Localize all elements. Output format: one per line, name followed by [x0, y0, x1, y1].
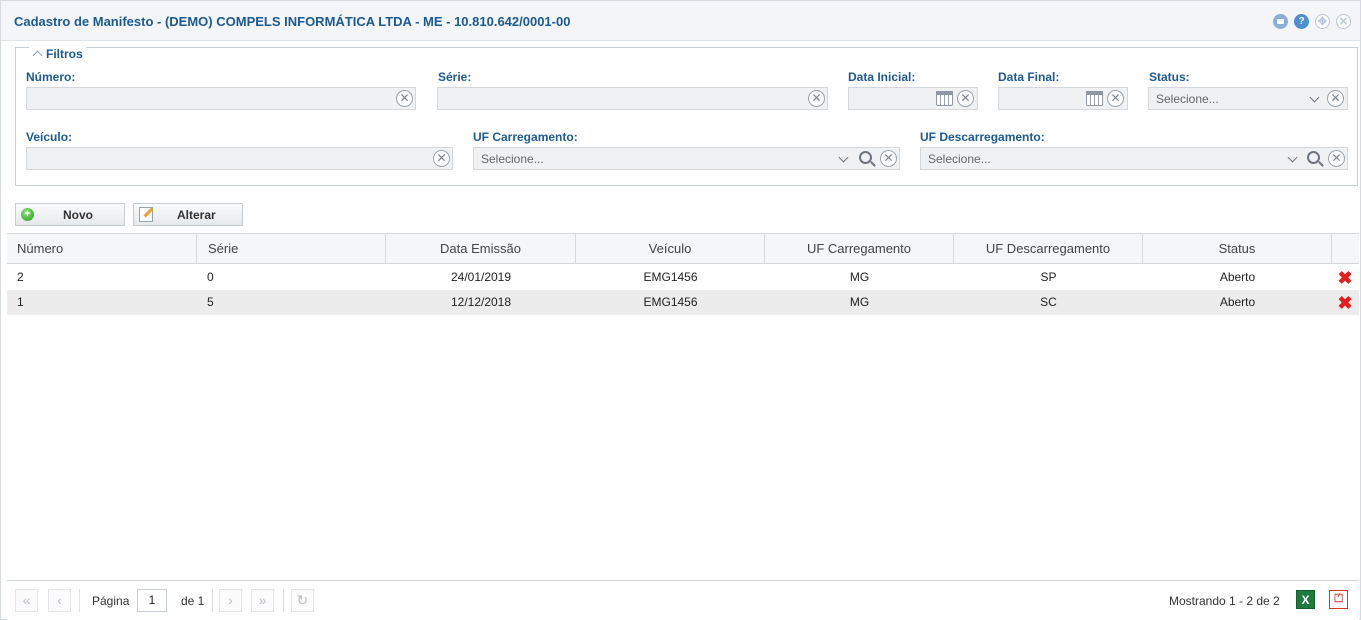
serie-label: Série:	[438, 70, 472, 84]
window-titlebar: Cadastro de Manifesto - (DEMO) COMPELS I…	[1, 1, 1360, 41]
header-status[interactable]: Status	[1143, 234, 1332, 264]
clear-icon[interactable]: ✕	[880, 150, 897, 167]
veiculo-input[interactable]: ✕	[26, 147, 453, 170]
pagination-bar: « ‹ Página 1 de 1 › » ↻ Mostrando 1 - 2 …	[7, 580, 1359, 620]
data-final-label: Data Final:	[998, 70, 1060, 84]
calendar-icon[interactable]	[1086, 91, 1103, 106]
numero-label: Número:	[26, 70, 76, 84]
close-icon[interactable]: ✕	[1336, 14, 1351, 29]
header-veiculo[interactable]: Veículo	[576, 234, 765, 264]
clear-icon[interactable]: ✕	[396, 90, 413, 107]
delete-icon[interactable]: ✖	[1337, 294, 1353, 312]
last-page-icon[interactable]: »	[251, 589, 274, 612]
cell-serie: 0	[207, 270, 214, 284]
help-icon[interactable]: ?	[1294, 14, 1309, 29]
numero-input[interactable]: ✕	[26, 87, 416, 110]
search-icon[interactable]	[1307, 151, 1320, 164]
cell-status: Aberto	[1219, 295, 1256, 309]
divider	[79, 589, 80, 612]
pdf-export-icon[interactable]: ⏍	[1329, 590, 1348, 609]
page-of-label: de 1	[181, 594, 205, 608]
minimize-icon[interactable]	[1273, 14, 1288, 29]
showing-count: Mostrando 1 - 2 de 2	[1169, 594, 1280, 608]
header-data-emissao[interactable]: Data Emissão	[386, 234, 576, 264]
alterar-label: Alterar	[177, 208, 216, 222]
window-title: Cadastro de Manifesto - (DEMO) COMPELS I…	[14, 14, 571, 29]
novo-label: Novo	[63, 208, 93, 222]
table-row[interactable]: 2 0 24/01/2019 EMG1456 MG SP Aberto ✖	[7, 265, 1359, 290]
cell-numero: 1	[17, 295, 24, 309]
cell-data-emissao: 24/01/2019	[450, 270, 512, 284]
clear-icon[interactable]: ✕	[1327, 90, 1344, 107]
clear-icon[interactable]: ✕	[957, 90, 974, 107]
cell-data-emissao: 12/12/2018	[450, 295, 512, 309]
prev-page-icon[interactable]: ‹	[48, 589, 71, 612]
cell-serie: 5	[207, 295, 214, 309]
cell-uf-descarregamento: SP	[1040, 270, 1057, 284]
first-page-icon[interactable]: «	[15, 589, 38, 612]
status-select[interactable]: Selecione... ✕	[1148, 87, 1348, 110]
calendar-icon[interactable]	[936, 91, 953, 106]
page-label: Página	[92, 594, 130, 608]
delete-icon[interactable]: ✖	[1337, 269, 1353, 287]
page-input[interactable]: 1	[137, 589, 167, 612]
cell-veiculo: EMG1456	[643, 295, 698, 309]
cell-veiculo: EMG1456	[643, 270, 698, 284]
plus-icon: +	[21, 208, 34, 221]
header-uf-descarregamento[interactable]: UF Descarregamento	[954, 234, 1143, 264]
chevron-down-icon[interactable]	[1309, 92, 1320, 103]
divider	[283, 589, 284, 612]
chevron-down-icon[interactable]	[838, 152, 849, 163]
data-inicial-input[interactable]: ✕	[848, 87, 978, 110]
data-final-input[interactable]: ✕	[998, 87, 1128, 110]
uf-carregamento-placeholder: Selecione...	[481, 152, 544, 166]
collapse-chevron-icon[interactable]	[32, 50, 43, 61]
clear-icon[interactable]: ✕	[1328, 150, 1345, 167]
edit-icon	[139, 207, 153, 222]
cell-uf-carregamento: MG	[849, 295, 870, 309]
uf-descarregamento-label: UF Descarregamento:	[920, 130, 1045, 144]
header-uf-carregamento[interactable]: UF Carregamento	[765, 234, 954, 264]
table-row[interactable]: 1 5 12/12/2018 EMG1456 MG SC Aberto ✖	[7, 290, 1359, 315]
cell-uf-descarregamento: SC	[1040, 295, 1057, 309]
cell-uf-carregamento: MG	[849, 270, 870, 284]
uf-descarregamento-select[interactable]: Selecione... ✕	[920, 147, 1348, 170]
header-numero[interactable]: Número	[7, 234, 197, 264]
serie-input[interactable]: ✕	[437, 87, 828, 110]
next-page-icon[interactable]: ›	[219, 589, 242, 612]
table-header: Número Série Data Emissão Veículo UF Car…	[7, 234, 1359, 264]
uf-carregamento-label: UF Carregamento:	[473, 130, 578, 144]
filters-legend[interactable]: Filtros	[29, 47, 86, 61]
excel-export-icon[interactable]: X	[1296, 590, 1315, 609]
status-label: Status:	[1149, 70, 1190, 84]
clear-icon[interactable]: ✕	[433, 150, 450, 167]
clear-icon[interactable]: ✕	[808, 90, 825, 107]
manifest-table: Número Série Data Emissão Veículo UF Car…	[7, 233, 1359, 579]
filters-legend-label: Filtros	[46, 47, 83, 61]
uf-carregamento-select[interactable]: Selecione... ✕	[473, 147, 900, 170]
status-placeholder: Selecione...	[1156, 92, 1219, 106]
search-icon[interactable]	[859, 151, 872, 164]
manifest-window: Cadastro de Manifesto - (DEMO) COMPELS I…	[0, 0, 1361, 620]
header-serie[interactable]: Série	[197, 234, 386, 264]
divider	[212, 589, 213, 612]
move-icon[interactable]: ✥	[1315, 14, 1330, 29]
cell-status: Aberto	[1219, 270, 1256, 284]
uf-descarregamento-placeholder: Selecione...	[928, 152, 991, 166]
novo-button[interactable]: + Novo	[15, 203, 125, 226]
clear-icon[interactable]: ✕	[1107, 90, 1124, 107]
veiculo-label: Veículo:	[26, 130, 73, 144]
chevron-down-icon[interactable]	[1287, 152, 1298, 163]
refresh-icon[interactable]: ↻	[291, 589, 314, 612]
data-inicial-label: Data Inicial:	[848, 70, 916, 84]
cell-numero: 2	[17, 270, 24, 284]
alterar-button[interactable]: Alterar	[133, 203, 243, 226]
